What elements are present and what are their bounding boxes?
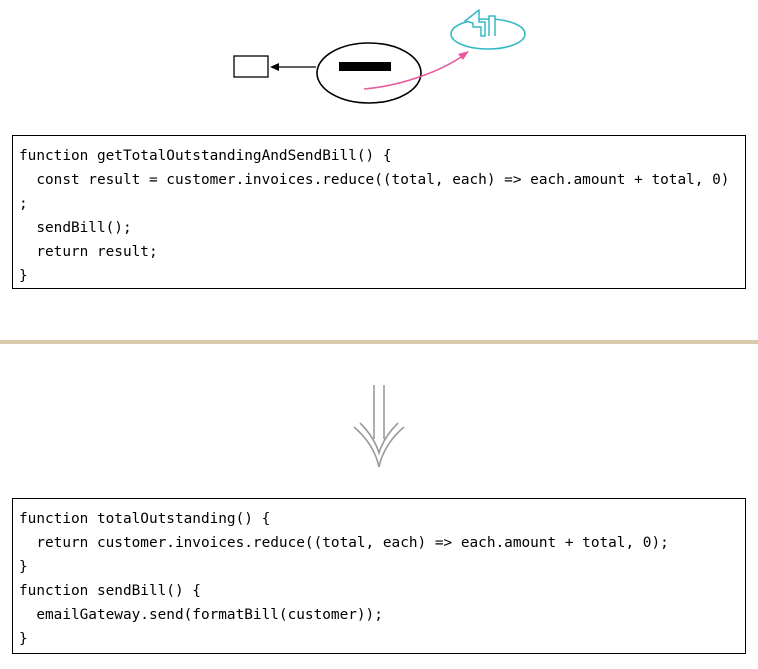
code-line: } (19, 268, 28, 284)
code-line: function sendBill() { (19, 583, 201, 599)
code-line: sendBill(); (19, 220, 132, 236)
arrow-left-icon (270, 63, 316, 71)
black-bar-icon (339, 62, 391, 71)
cyan-cloud-arrow-icon (450, 9, 526, 50)
code-line: return customer.invoices.reduce((total, … (19, 535, 669, 551)
code-line: } (19, 631, 28, 647)
double-down-arrow-icon (353, 385, 405, 468)
before-code-block: function getTotalOutstandingAndSendBill(… (12, 135, 746, 289)
code-line: function getTotalOutstandingAndSendBill(… (19, 148, 392, 164)
code-line: return result; (19, 244, 158, 260)
divider-line (0, 340, 758, 344)
oval-icon (316, 42, 422, 104)
refactoring-illustration (233, 9, 526, 104)
code-line: function totalOutstanding() { (19, 511, 271, 527)
after-code-block: function totalOutstanding() { return cus… (12, 498, 746, 654)
code-line: ; (19, 196, 28, 212)
code-line: const result = customer.invoices.reduce(… (19, 172, 730, 188)
code-line: } (19, 559, 28, 575)
code-line: emailGateway.send(formatBill(customer)); (19, 607, 383, 623)
rectangle-icon (233, 55, 269, 78)
